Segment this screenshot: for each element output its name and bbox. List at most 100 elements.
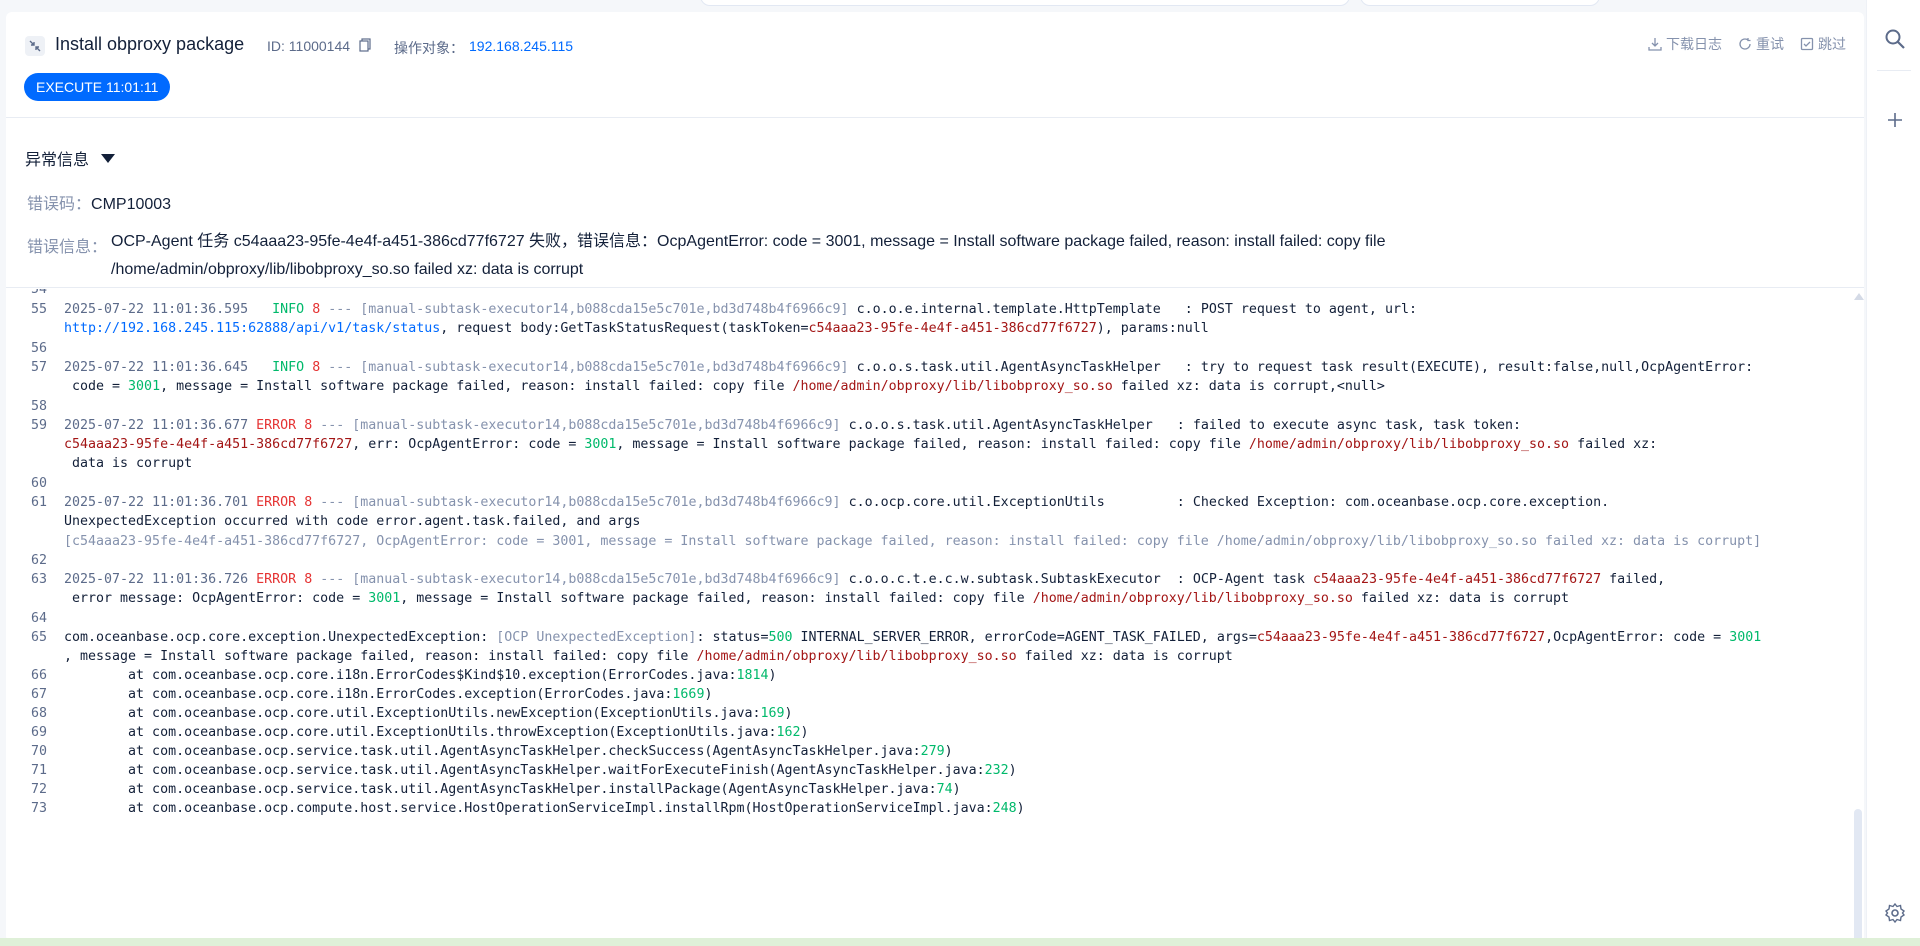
log-text: , message = Install software package fai… [64, 649, 697, 664]
log-text: c.o.o.e.internal.template.HttpTemplate :… [848, 302, 1417, 317]
log-text: ,OcpAgentError: code = [1545, 630, 1730, 645]
top-strip [0, 0, 1920, 10]
log-number: 3001 [128, 379, 161, 394]
log-text: failed xz: [1569, 437, 1658, 452]
log-text: failed xz: data is corrupt [1352, 591, 1570, 606]
download-log-button[interactable]: 下载日志 [1648, 34, 1722, 54]
log-number: 232 [984, 763, 1009, 778]
log-text: at com.oceanbase.ocp.core.util.Exception… [64, 725, 777, 740]
error-message-value: OCP-Agent 任务 c54aaa23-95fe-4e4f-a451-386… [111, 228, 1385, 284]
log-text: ), params:null [1096, 321, 1209, 336]
error-message-label: 错误信息： [27, 239, 108, 256]
log-text: , message = Install software package fai… [160, 379, 793, 394]
log-separator: --- [312, 418, 353, 433]
plus-icon[interactable] [1884, 109, 1906, 131]
target-ip-link[interactable]: 192.168.245.115 [469, 38, 573, 54]
error-message-row: 错误信息： OCP-Agent 任务 c54aaa23-95fe-4e4f-a4… [27, 233, 1527, 284]
log-text: error message: OcpAgentError: code = [64, 591, 369, 606]
exception-title: 异常信息 [25, 152, 90, 169]
log-timestamp: 2025-07-22 11:01:36.595 [64, 302, 249, 317]
toolbar-divider [1877, 70, 1911, 71]
log-thread: [manual-subtask-executor14,b088cda15e5c7… [360, 302, 849, 317]
copy-icon[interactable] [359, 38, 373, 54]
log-text: ) [944, 744, 953, 759]
exception-section: 异常信息 错误码：CMP10003 错误信息： OCP-Agent 任务 c54… [6, 118, 1864, 288]
log-scrollbar[interactable] [1851, 289, 1864, 942]
log-text: UnexpectedException occurred with code e… [64, 514, 641, 529]
top-filter-input[interactable] [1360, 0, 1600, 6]
status-badge: EXECUTE 11:01:11 [24, 73, 171, 101]
log-token: c54aaa23-95fe-4e4f-a451-386cd77f6727 [64, 437, 353, 452]
task-header: Install obproxy package ID: 11000144 操作对… [6, 12, 1864, 118]
log-text: com.oceanbase.ocp.core.exception.Unexpec… [64, 630, 497, 645]
log-thread: [manual-subtask-executor14,b088cda15e5c7… [352, 572, 841, 587]
task-detail-panel: Install obproxy package ID: 11000144 操作对… [6, 12, 1864, 942]
line-number: 73 [31, 801, 48, 816]
log-text: at com.oceanbase.ocp.service.task.util.A… [64, 763, 985, 778]
log-path: /home/admin/obproxy/lib/libobproxy_so.so [1248, 437, 1570, 452]
log-text: failed xz: data is corrupt [1016, 649, 1233, 664]
task-actions: 下载日志 重试 跳过 [1648, 34, 1846, 54]
right-toolbar [1866, 0, 1920, 946]
log-text: c.o.o.s.task.util.AgentAsyncTaskHelper :… [848, 360, 1754, 375]
gear-icon[interactable] [1884, 902, 1906, 924]
log-timestamp: 2025-07-22 11:01:36.726 [64, 572, 249, 587]
log-path: /home/admin/obproxy/lib/libobproxy_so.so [696, 649, 1017, 664]
log-text: at com.oceanbase.ocp.service.task.util.A… [64, 744, 921, 759]
download-log-label: 下载日志 [1666, 36, 1722, 52]
log-level: ERROR [256, 495, 297, 510]
log-text: data is corrupt [64, 456, 193, 471]
top-search-input[interactable] [700, 0, 1350, 6]
log-separator: --- [312, 572, 353, 587]
log-timestamp: 2025-07-22 11:01:36.677 [64, 418, 249, 433]
log-text: c.o.o.s.task.util.AgentAsyncTaskHelper :… [840, 418, 1522, 433]
log-level: ERROR [256, 572, 297, 587]
scroll-up-arrow-icon[interactable] [1854, 293, 1864, 300]
log-viewer[interactable]: 54 55 2025-07-22 11:01:36.595 INFO 8 --- … [6, 289, 1851, 942]
log-separator: --- [320, 302, 361, 317]
log-timestamp: 2025-07-22 11:01:36.701 [64, 495, 249, 510]
exception-toggle[interactable]: 异常信息 [25, 146, 116, 170]
log-text: ) [784, 706, 793, 721]
error-message-line-2: /home/admin/obproxy/lib/libobproxy_so.so… [111, 261, 584, 278]
log-text: ) [768, 668, 777, 683]
retry-icon [1739, 38, 1751, 50]
log-number: 3001 [368, 591, 401, 606]
scroll-thumb[interactable] [1854, 809, 1862, 942]
log-token: c54aaa23-95fe-4e4f-a451-386cd77f6727 [1256, 630, 1546, 645]
log-pid: 8 [304, 495, 313, 510]
log-text: at com.oceanbase.ocp.core.i18n.ErrorCode… [64, 668, 737, 683]
log-text: at com.oceanbase.ocp.service.task.util.A… [64, 782, 937, 797]
log-line: 73 at com.oceanbase.ocp.compute.host.ser… [6, 797, 1851, 820]
log-text: failed xz: data is corrupt,<null> [1112, 379, 1385, 394]
log-number: 169 [760, 706, 785, 721]
log-text: code = [64, 379, 129, 394]
log-separator: --- [320, 360, 361, 375]
log-text: [c54aaa23-95fe-4e4f-a451-386cd77f6727, O… [64, 534, 1762, 549]
log-url[interactable]: http://192.168.245.115:62888/api/v1/task… [64, 321, 440, 336]
skip-button[interactable]: 跳过 [1800, 34, 1846, 54]
collapse-icon[interactable] [25, 36, 45, 56]
log-token: c54aaa23-95fe-4e4f-a451-386cd77f6727 [1312, 572, 1602, 587]
log-separator: --- [312, 495, 353, 510]
retry-label: 重试 [1756, 36, 1784, 52]
retry-button[interactable]: 重试 [1738, 34, 1784, 54]
log-number: 1814 [736, 668, 769, 683]
log-thread: [manual-subtask-executor14,b088cda15e5c7… [352, 418, 841, 433]
log-text: INTERNAL_SERVER_ERROR, errorCode=AGENT_T… [792, 630, 1257, 645]
error-message-line-1: OCP-Agent 任务 c54aaa23-95fe-4e4f-a451-386… [111, 233, 1386, 250]
log-number: 1669 [672, 687, 705, 702]
log-number: 3001 [1729, 630, 1762, 645]
log-text: , message = Install software package fai… [616, 437, 1249, 452]
log-path: /home/admin/obproxy/lib/libobproxy_so.so [792, 379, 1113, 394]
error-code-row: 错误码：CMP10003 [27, 190, 171, 214]
log-text: : status= [696, 630, 769, 645]
log-number: 248 [992, 801, 1017, 816]
log-token: c54aaa23-95fe-4e4f-a451-386cd77f6727 [808, 321, 1097, 336]
log-number: 3001 [584, 437, 617, 452]
log-text: , request body:GetTaskStatusRequest(task… [440, 321, 809, 336]
error-code-label: 错误码： [27, 196, 92, 213]
log-thread: [manual-subtask-executor14,b088cda15e5c7… [360, 360, 849, 375]
search-icon[interactable] [1884, 28, 1906, 50]
skip-label: 跳过 [1818, 36, 1846, 52]
